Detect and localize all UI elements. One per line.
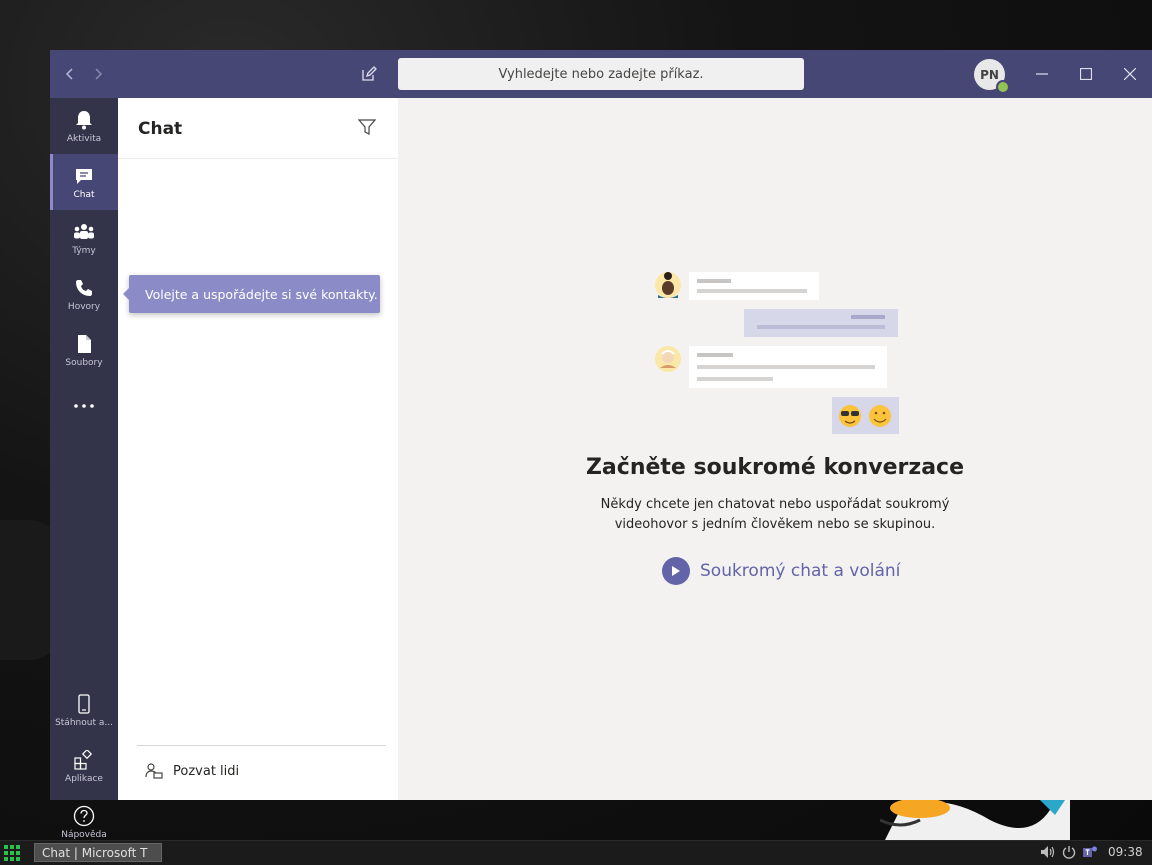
rail-item-teams[interactable]: Týmy [50, 210, 118, 266]
invite-people-icon [145, 763, 163, 779]
teams-icon [73, 221, 95, 243]
chevron-right-icon [95, 68, 103, 80]
rail-item-label: Aplikace [65, 773, 103, 784]
rail-item-files[interactable]: Soubory [50, 322, 118, 378]
rail-item-label: Stáhnout a... [55, 717, 113, 728]
divider [118, 158, 398, 159]
chat-icon [73, 165, 95, 187]
private-chat-and-calls-label: Soukromý chat a volání [700, 561, 901, 581]
more-apps-button[interactable] [50, 378, 118, 434]
page-title: Chat [138, 119, 183, 139]
play-icon [662, 557, 690, 585]
presence-available-icon [996, 80, 1010, 94]
minimize-button[interactable] [1031, 63, 1053, 85]
search-input[interactable]: Vyhledejte nebo zadejte příkaz. [398, 58, 804, 90]
taskbar: Chat | Microsoft T 09:38 [0, 840, 1152, 865]
private-chat-and-calls-link[interactable]: Soukromý chat a volání [662, 557, 900, 585]
volume-icon[interactable] [1040, 845, 1056, 859]
title-bar: Vyhledejte nebo zadejte příkaz. PN [50, 50, 1152, 98]
new-chat-button[interactable] [359, 64, 379, 84]
system-tray [1040, 845, 1098, 859]
forward-button[interactable] [88, 64, 108, 84]
empty-state-title: Začněte soukromé konverzace [585, 455, 965, 480]
chat-list-panel: Chat Pozvat lidi [118, 98, 398, 800]
bell-icon [73, 109, 95, 131]
rail-item-label: Hovory [67, 301, 101, 312]
rail-item-label: Nápověda [61, 829, 107, 840]
taskbar-window-button[interactable]: Chat | Microsoft T [34, 843, 162, 862]
start-menu-button[interactable] [4, 845, 20, 861]
filter-icon [357, 119, 377, 135]
help-icon [73, 805, 95, 827]
teams-tray-icon[interactable] [1082, 845, 1098, 859]
rail-item-label: Aktivita [66, 133, 102, 144]
ellipsis-icon [73, 395, 95, 417]
maximize-button[interactable] [1075, 63, 1097, 85]
invite-people-button[interactable]: Pozvat lidi [145, 763, 239, 779]
invite-people-label: Pozvat lidi [173, 763, 240, 779]
phone-icon [73, 277, 95, 299]
conversation-illustration [655, 272, 899, 434]
main-content: Začněte soukromé konverzace Někdy chcete… [398, 98, 1152, 800]
rail-item-label: Soubory [65, 357, 103, 368]
rail-item-download-mobile[interactable]: Stáhnout a... [50, 682, 118, 738]
teams-window: Vyhledejte nebo zadejte příkaz. PN Aktiv… [50, 50, 1152, 840]
rail-item-activity[interactable]: Aktivita [50, 98, 118, 154]
file-icon [73, 333, 95, 355]
power-icon[interactable] [1062, 845, 1076, 859]
close-button[interactable] [1119, 63, 1141, 85]
back-button[interactable] [60, 64, 80, 84]
minimize-icon [1036, 73, 1048, 75]
rail-item-calls[interactable]: Hovory [50, 266, 118, 322]
filter-button[interactable] [357, 118, 380, 140]
empty-state-description: Někdy chcete jen chatovat nebo uspořádat… [600, 497, 950, 532]
rail-item-apps[interactable]: Aplikace [50, 738, 118, 794]
coach-mark-tooltip: Volejte a uspořádejte si své kontakty. [123, 275, 380, 313]
rail-item-chat[interactable]: Chat [50, 154, 118, 210]
maximize-icon [1080, 68, 1092, 80]
rail-item-label: Týmy [72, 245, 96, 256]
apps-icon [73, 749, 95, 771]
chevron-left-icon [65, 68, 73, 80]
clock: 09:38 [1108, 845, 1143, 859]
divider [137, 745, 386, 746]
mobile-icon [73, 693, 95, 715]
rail-item-label: Chat [73, 189, 95, 200]
close-icon [1124, 68, 1136, 80]
app-rail: Aktivita Chat Týmy Hovory Soubory Stáhno… [50, 98, 118, 840]
compose-icon [362, 66, 377, 81]
